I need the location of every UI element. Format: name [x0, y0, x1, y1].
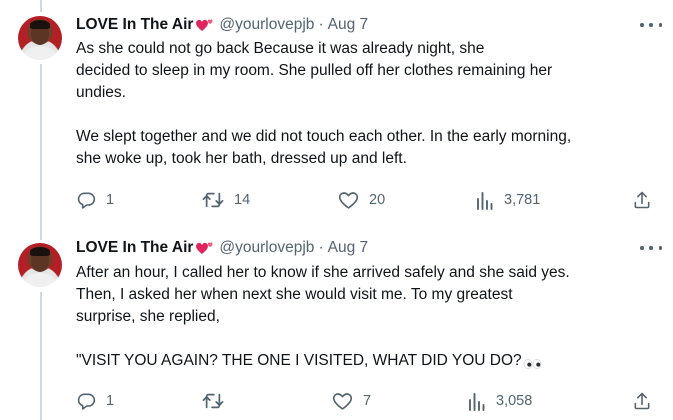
tweet-text-line: We slept together and we did not touch e…	[76, 128, 572, 145]
tweet-text-line: Then, I asked her when next she would vi…	[76, 286, 513, 303]
like-count: 20	[369, 192, 386, 208]
author-name[interactable]: LOVE In The Air	[76, 239, 193, 257]
reply-count: 1	[106, 393, 115, 409]
like-icon	[338, 192, 359, 209]
like-count: 7	[363, 393, 372, 409]
tweet-text-line-with-emoji: "VISIT YOU AGAIN? THE ONE I VISITED, WHA…	[76, 350, 661, 372]
tweet[interactable]: LOVE In The Air @yourlovepjb · Aug 7 As …	[0, 0, 673, 229]
tweet[interactable]: LOVE In The Air @yourlovepjb · Aug 7 Aft…	[0, 229, 673, 420]
repost-icon	[202, 393, 224, 409]
reply-icon	[77, 393, 96, 410]
like-button[interactable]: 20	[338, 188, 385, 212]
repost-button[interactable]	[202, 389, 234, 413]
reply-button[interactable]: 1	[76, 389, 114, 413]
two-hearts-icon	[195, 17, 215, 33]
avatar[interactable]	[18, 16, 62, 60]
reply-count: 1	[106, 192, 115, 208]
tweet-text-line: "VISIT YOU AGAIN? THE ONE I VISITED, WHA…	[76, 352, 522, 369]
share-icon	[634, 392, 650, 410]
views-icon	[469, 393, 485, 411]
share-button[interactable]	[632, 188, 652, 212]
share-button[interactable]	[632, 389, 652, 413]
views-button[interactable]: 3,781	[476, 188, 540, 212]
action-bar: 1 7 3,058	[76, 389, 662, 413]
action-bar: 1 14 20 3,781	[76, 188, 662, 212]
repost-button[interactable]: 14	[202, 188, 250, 212]
views-count: 3,058	[496, 393, 533, 409]
more-icon[interactable]	[640, 241, 662, 255]
views-button[interactable]: 3,058	[468, 389, 532, 413]
author-handle[interactable]: @yourlovepjb	[219, 16, 314, 34]
tweet-text-line: surprise, she replied,	[76, 308, 220, 325]
separator-dot: ·	[318, 16, 324, 33]
repost-count: 14	[234, 192, 251, 208]
reply-button[interactable]: 1	[76, 188, 114, 212]
tweet-text-line: decided to sleep in my room. She pulled …	[76, 62, 553, 79]
tweet-text-line: After an hour, I called her to know if s…	[76, 264, 570, 281]
tweet-header: LOVE In The Air @yourlovepjb · Aug 7	[76, 237, 368, 259]
like-icon	[332, 393, 353, 410]
tweet-date[interactable]: Aug 7	[328, 16, 369, 34]
like-button[interactable]: 7	[332, 389, 371, 413]
views-icon	[477, 192, 493, 210]
tweet-text-line: As she could not go back Because it was …	[76, 40, 485, 57]
tweet-date[interactable]: Aug 7	[328, 239, 369, 257]
tweet-header: LOVE In The Air @yourlovepjb · Aug 7	[76, 14, 368, 36]
tweet-text: As she could not go back Because it was …	[76, 38, 661, 170]
reply-icon	[77, 192, 96, 209]
more-icon[interactable]	[640, 18, 662, 32]
separator-dot: ·	[318, 239, 324, 256]
tweet-text-line: she woke up, took her bath, dressed up a…	[76, 150, 407, 167]
tweet-text-line: undies.	[76, 84, 126, 101]
author-name[interactable]: LOVE In The Air	[76, 16, 193, 34]
two-hearts-icon	[195, 240, 215, 256]
share-icon	[634, 191, 650, 209]
avatar[interactable]	[18, 243, 62, 287]
repost-icon	[202, 192, 224, 208]
author-handle[interactable]: @yourlovepjb	[219, 239, 314, 257]
views-count: 3,781	[504, 192, 541, 208]
eyes-emoji-icon	[523, 355, 543, 369]
tweet-text: After an hour, I called her to know if s…	[76, 262, 661, 372]
